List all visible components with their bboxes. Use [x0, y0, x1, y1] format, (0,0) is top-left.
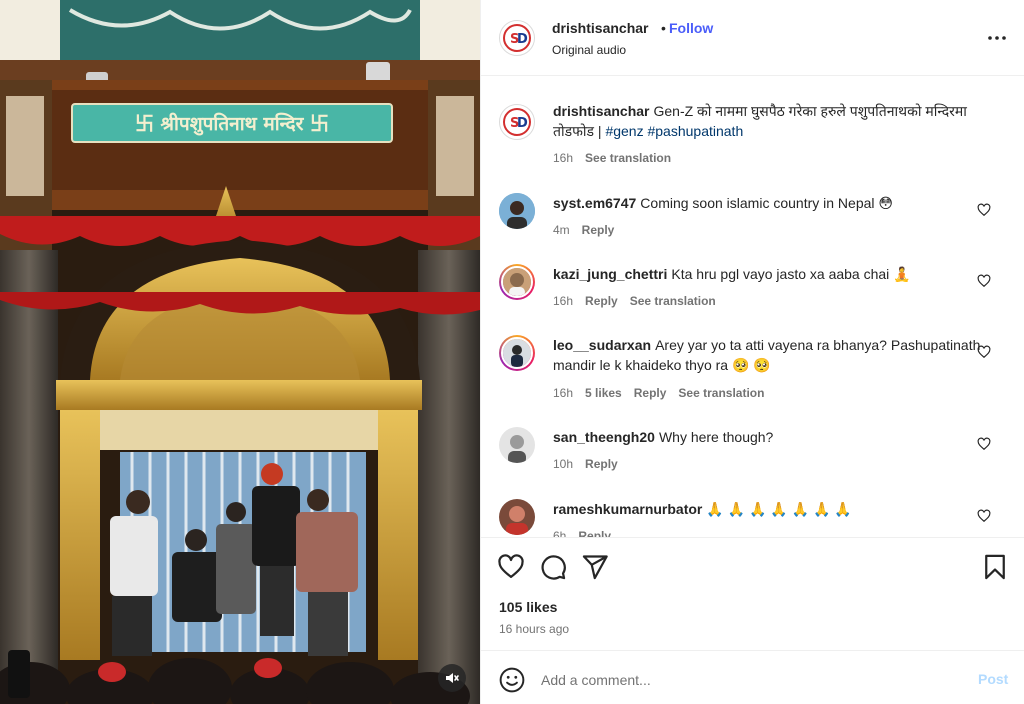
reply-button[interactable]: Reply [582, 223, 615, 237]
user-photo-icon [503, 268, 531, 296]
reply-button[interactable]: Reply [585, 457, 618, 471]
like-comment-heart-icon[interactable] [977, 203, 991, 217]
drishti-logo-icon: S D [503, 108, 531, 136]
comment-body: syst.em6747 Coming soon islamic country i… [553, 193, 983, 213]
share-icon[interactable] [581, 553, 609, 581]
like-comment-heart-icon[interactable] [977, 345, 991, 359]
speaker-muted-icon [446, 673, 459, 683]
audio-label[interactable]: Original audio [552, 43, 626, 57]
comment-body: rameshkumarnurbator 🙏 🙏 🙏 🙏 🙏 🙏 🙏 [553, 499, 983, 519]
reply-button[interactable]: Reply [634, 386, 667, 400]
post-timestamp[interactable]: 16 hours ago [499, 622, 569, 636]
comment-input[interactable] [541, 669, 941, 691]
comment-composer: Post [481, 650, 1024, 704]
comment-username[interactable]: san_theengh20 [553, 429, 655, 445]
header-separator: • [661, 20, 666, 36]
comment-meta: 4m Reply [553, 223, 614, 237]
comment-text: 🙏 🙏 🙏 🙏 🙏 🙏 🙏 [706, 501, 852, 517]
comment-meta: 16h 5 likes Reply See translation [553, 386, 764, 400]
comment-text: Kta hru pgl vayo jasto xa aaba chai 🧘 [671, 266, 911, 282]
comment-body: san_theengh20 Why here though? [553, 427, 983, 447]
more-options-button[interactable] [985, 26, 1009, 50]
commenter-avatar[interactable] [499, 427, 535, 463]
comment-age: 16h [553, 386, 574, 400]
comment-username[interactable]: kazi_jung_chettri [553, 266, 667, 282]
comment-age: 10h [553, 457, 574, 471]
reply-button[interactable]: Reply [585, 294, 618, 308]
caption-age: 16h [553, 151, 574, 165]
comment-age: 6h [553, 529, 567, 537]
comment-username[interactable]: leo__sudarxan [553, 337, 651, 353]
post-actions: 105 likes 16 hours ago [481, 537, 1024, 649]
commenter-avatar[interactable] [499, 499, 535, 535]
reply-button[interactable]: Reply [578, 529, 611, 537]
user-photo-icon [499, 499, 535, 535]
comment-body: kazi_jung_chettri Kta hru pgl vayo jasto … [553, 264, 983, 284]
comment-body: leo__sudarxan Arey yar yo ta atti vayena … [553, 335, 983, 375]
signboard-text: 卐 श्रीपशुपतिनाथ मन्दिर 卐 [135, 112, 329, 136]
comment-icon[interactable] [539, 553, 567, 581]
commenter-avatar[interactable] [499, 193, 535, 229]
hashtag-link[interactable]: #pashupatinath [647, 123, 743, 139]
like-comment-heart-icon[interactable] [977, 509, 991, 523]
user-photo-icon [499, 427, 535, 463]
like-comment-heart-icon[interactable] [977, 274, 991, 288]
caption-meta: 16h See translation [553, 151, 671, 165]
author-avatar[interactable]: S D [499, 20, 535, 56]
commenter-avatar-story-ring[interactable] [499, 335, 535, 371]
drishti-logo-icon: S D [503, 24, 531, 52]
comment-age: 16h [553, 294, 574, 308]
author-username[interactable]: drishtisanchar [552, 20, 648, 36]
bookmark-icon[interactable] [981, 553, 1009, 581]
comments-list[interactable]: S D drishtisanchar Gen-Z को नाममा घुसपैठ … [481, 77, 1024, 537]
caption-body: drishtisanchar Gen-Z को नाममा घुसपैठ गरेक… [553, 101, 993, 141]
more-horizontal-icon [988, 36, 1006, 40]
comment-meta: 16h Reply See translation [553, 294, 716, 308]
comment-like-count[interactable]: 5 likes [585, 386, 622, 400]
comment-text: Coming soon islamic country in Nepal 😳 [640, 195, 893, 211]
user-photo-icon [499, 193, 535, 229]
comment-username[interactable]: syst.em6747 [553, 195, 636, 211]
see-translation-link[interactable]: See translation [630, 294, 716, 308]
see-translation-link[interactable]: See translation [585, 151, 671, 165]
user-photo-icon [503, 339, 531, 367]
temple-video-frame: 卐 श्रीपशुपतिनाथ मन्दिर 卐 [0, 0, 480, 704]
mute-button[interactable] [438, 664, 466, 692]
instagram-post-view: 卐 श्रीपशुपतिनाथ मन्दिर 卐 S D drishtisanc… [0, 0, 1024, 704]
caption-username[interactable]: drishtisanchar [553, 103, 649, 119]
comment-text: Why here though? [658, 429, 774, 445]
like-comment-heart-icon[interactable] [977, 437, 991, 451]
comment-age: 4m [553, 223, 570, 237]
post-side-panel: S D drishtisanchar • Follow Original aud… [480, 0, 1024, 704]
heart-icon[interactable] [497, 553, 525, 581]
svg-text:D: D [517, 32, 528, 47]
comment-meta: 10h Reply [553, 457, 618, 471]
follow-button[interactable]: Follow [669, 20, 713, 36]
emoji-smile-icon[interactable] [499, 667, 525, 693]
post-comment-button[interactable]: Post [978, 671, 1008, 687]
see-translation-link[interactable]: See translation [678, 386, 764, 400]
svg-text:D: D [517, 116, 528, 131]
likes-count[interactable]: 105 likes [499, 599, 557, 615]
post-video[interactable]: 卐 श्रीपशुपतिनाथ मन्दिर 卐 [0, 0, 480, 704]
hashtag-link[interactable]: #genz [605, 123, 643, 139]
commenter-avatar-story-ring[interactable] [499, 264, 535, 300]
comment-username[interactable]: rameshkumarnurbator [553, 501, 702, 517]
post-header: S D drishtisanchar • Follow Original aud… [481, 0, 1024, 76]
caption-author-avatar[interactable]: S D [499, 104, 535, 140]
comment-meta: 6h Reply [553, 529, 611, 537]
